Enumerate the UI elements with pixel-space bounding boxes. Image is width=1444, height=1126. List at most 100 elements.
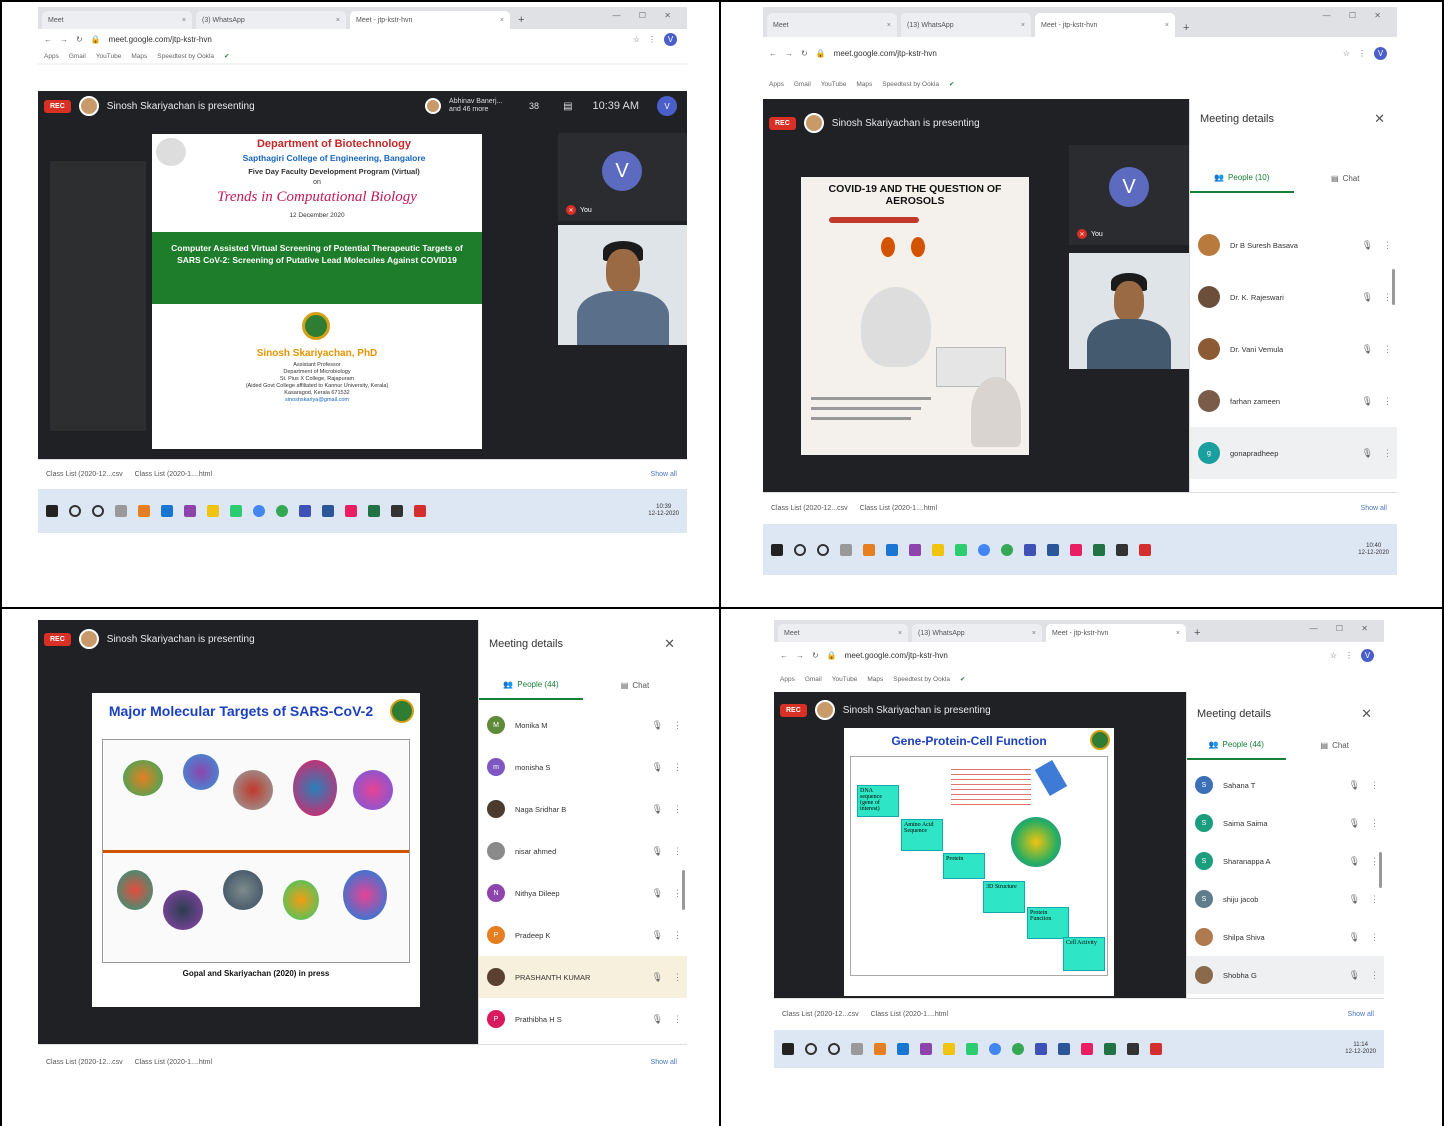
chrome-icon[interactable]: [1012, 1043, 1024, 1055]
participants-summary[interactable]: Abhinav Banerj... and 46 more: [449, 98, 505, 114]
scrollbar[interactable]: [682, 870, 685, 910]
system-clock[interactable]: 10:39 12-12-2020: [648, 504, 679, 518]
more-icon[interactable]: ⋮: [673, 846, 682, 857]
taskview-icon[interactable]: [840, 543, 852, 556]
bookmark-item[interactable]: Speedtest by Ookla: [882, 81, 939, 88]
taskview-icon[interactable]: [851, 1043, 863, 1055]
chrome-icon[interactable]: [276, 505, 288, 517]
word-icon[interactable]: [322, 505, 334, 517]
browser-tab[interactable]: (3) WhatsApp ×: [196, 11, 346, 29]
bookmark-item[interactable]: YouTube: [96, 53, 122, 60]
show-all-button[interactable]: Show all: [1361, 505, 1387, 512]
more-icon[interactable]: ⋮: [1370, 970, 1379, 981]
browser-tab-active[interactable]: Meet - jtp-kstr-hvn ×: [1046, 624, 1186, 642]
more-icon[interactable]: ⋮: [1370, 856, 1379, 867]
participant-row[interactable]: Dr. K. Rajeswari 🎙 ⋮: [1190, 271, 1397, 323]
more-icon[interactable]: ⋮: [1383, 344, 1392, 355]
browser-tab-active[interactable]: Meet - jtp-kstr-hvn ×: [350, 11, 510, 29]
forward-icon[interactable]: →: [796, 651, 804, 660]
bag-icon[interactable]: [1127, 1043, 1139, 1055]
tab-people[interactable]: 👥 People (44): [479, 670, 583, 700]
participant-row[interactable]: Naga Sridhar B 🎙 ⋮: [479, 788, 687, 830]
app-icon[interactable]: [1081, 1043, 1093, 1055]
download-item[interactable]: Class List (2020-12...csv: [46, 471, 123, 478]
app-icon[interactable]: [874, 1043, 886, 1055]
bag-icon[interactable]: [1116, 543, 1128, 556]
window-controls[interactable]: — ☐ ✕: [613, 11, 679, 20]
browser-tab-active[interactable]: Meet - jtp-kstr-hvn ×: [1035, 13, 1175, 37]
app-icon[interactable]: [966, 1043, 978, 1055]
download-item[interactable]: Class List (2020-1....html: [871, 1011, 948, 1018]
app-icon[interactable]: [1070, 543, 1082, 556]
extensions-icon[interactable]: ⋮: [648, 35, 656, 44]
excel-icon[interactable]: [368, 505, 380, 517]
scrollbar[interactable]: [1379, 852, 1382, 888]
chat-icon[interactable]: ▤: [563, 101, 572, 112]
tab-chat[interactable]: ▤ Chat: [1286, 741, 1385, 750]
bookmark-item[interactable]: Gmail: [794, 81, 811, 88]
more-icon[interactable]: ⋮: [673, 720, 682, 731]
app-icon[interactable]: [920, 1043, 932, 1055]
app-icon[interactable]: [161, 505, 173, 517]
participant-row[interactable]: N Nithya Dileep 🎙 ⋮: [479, 872, 687, 914]
pdf-icon[interactable]: [414, 505, 426, 517]
more-icon[interactable]: ⋮: [1383, 240, 1392, 251]
bookmark-item[interactable]: Apps: [44, 53, 59, 60]
app-icon[interactable]: [932, 543, 944, 556]
taskview-icon[interactable]: [115, 505, 127, 517]
url-text[interactable]: meet.google.com/jtp-kstr-hvn: [109, 35, 212, 44]
more-icon[interactable]: ⋮: [673, 888, 682, 899]
show-all-button[interactable]: Show all: [651, 471, 677, 478]
bookmark-item[interactable]: YouTube: [821, 81, 847, 88]
back-icon[interactable]: ←: [769, 49, 777, 58]
app-icon[interactable]: [863, 543, 875, 556]
more-icon[interactable]: ⋮: [1383, 292, 1392, 303]
app-icon[interactable]: [943, 1043, 955, 1055]
app-icon[interactable]: [909, 543, 921, 556]
new-tab-button[interactable]: +: [1183, 19, 1189, 37]
people-count[interactable]: 38: [529, 101, 539, 111]
extensions-icon[interactable]: ⋮: [1345, 651, 1353, 660]
app-icon[interactable]: [345, 505, 357, 517]
bookmark-item[interactable]: Maps: [867, 676, 883, 683]
close-icon[interactable]: ✕: [1374, 111, 1385, 127]
forward-icon[interactable]: →: [785, 49, 793, 58]
user-avatar[interactable]: V: [657, 96, 677, 116]
extensions-icon[interactable]: ⋮: [1358, 49, 1366, 58]
chrome-icon[interactable]: [1001, 543, 1013, 556]
search-icon[interactable]: [69, 505, 81, 517]
more-icon[interactable]: ⋮: [1383, 448, 1392, 459]
participant-row[interactable]: M Monika M 🎙 ⋮: [479, 704, 687, 746]
download-item[interactable]: Class List (2020-12...csv: [46, 1059, 123, 1066]
download-item[interactable]: Class List (2020-1....html: [135, 1059, 212, 1066]
address-bar[interactable]: ← → ↻ 🔒 meet.google.com/jtp-kstr-hvn ☆ ⋮…: [763, 37, 1397, 69]
participant-row[interactable]: S Saima Saima 🎙 ⋮: [1187, 804, 1384, 842]
profile-avatar[interactable]: V: [1374, 46, 1387, 60]
bookmark-item[interactable]: Gmail: [69, 53, 86, 60]
more-icon[interactable]: ⋮: [1383, 396, 1392, 407]
chrome-icon[interactable]: [989, 1043, 1001, 1055]
download-item[interactable]: Class List (2020-1....html: [135, 471, 212, 478]
cortana-icon[interactable]: [828, 1043, 840, 1055]
download-item[interactable]: Class List (2020-12...csv: [771, 505, 848, 512]
reload-icon[interactable]: ↻: [812, 651, 819, 660]
participant-row[interactable]: Dr. Vani Vemula 🎙 ⋮: [1190, 323, 1397, 375]
participant-row[interactable]: Dr B Suresh Basava 🎙 ⋮: [1190, 219, 1397, 271]
star-icon[interactable]: ☆: [1330, 651, 1337, 660]
browser-tab[interactable]: Meet ×: [778, 624, 908, 642]
tab-chat[interactable]: ▤ Chat: [583, 681, 687, 690]
address-bar[interactable]: ← → ↻ 🔒 meet.google.com/jtp-kstr-hvn ☆ ⋮…: [38, 29, 687, 49]
pdf-icon[interactable]: [1139, 543, 1151, 556]
close-icon[interactable]: ✕: [1361, 706, 1372, 722]
reload-icon[interactable]: ↻: [801, 49, 808, 58]
excel-icon[interactable]: [1093, 543, 1105, 556]
show-all-button[interactable]: Show all: [1348, 1011, 1374, 1018]
app-icon[interactable]: [955, 543, 967, 556]
app-icon[interactable]: [184, 505, 196, 517]
participant-row[interactable]: S Sharanappa A 🎙 ⋮: [1187, 842, 1384, 880]
more-icon[interactable]: ⋮: [673, 762, 682, 773]
search-icon[interactable]: [805, 1043, 817, 1055]
reload-icon[interactable]: ↻: [76, 35, 83, 44]
tab-chat[interactable]: ▤ Chat: [1294, 174, 1398, 183]
pdf-icon[interactable]: [1150, 1043, 1162, 1055]
